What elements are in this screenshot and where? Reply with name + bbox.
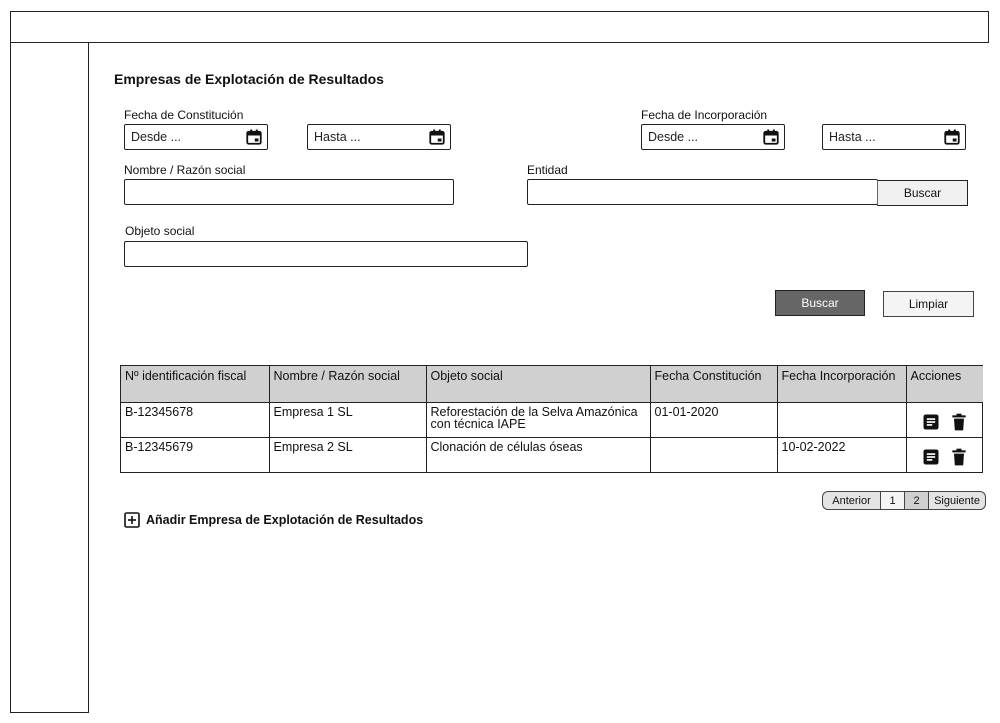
clear-button[interactable]: Limpiar — [883, 291, 974, 317]
fecha-incorporacion-cell: 10-02-2022 — [777, 437, 907, 472]
objeto-social-label: Objeto social — [125, 224, 195, 238]
trash-icon[interactable] — [949, 412, 969, 432]
add-company-label: Añadir Empresa de Explotación de Resulta… — [146, 513, 424, 527]
nif-cell: B-12345678 — [121, 402, 270, 438]
pagination: Anterior 1 2 Siguiente — [822, 491, 986, 510]
objeto-cell: Reforestación de la Selva Amazónica con … — [426, 402, 651, 438]
document-icon[interactable] — [921, 412, 941, 432]
calendar-icon[interactable] — [428, 128, 446, 146]
table-header-row: Nº identificación fiscal Nombre / Razón … — [121, 366, 983, 403]
search-button[interactable]: Buscar — [775, 290, 865, 316]
pagination-prev-button[interactable]: Anterior — [823, 492, 881, 509]
fecha-constitucion-hasta-field[interactable] — [307, 124, 451, 150]
column-header[interactable]: Nombre / Razón social — [269, 366, 427, 403]
top-bar — [10, 11, 989, 43]
nombre-cell: Empresa 2 SL — [269, 437, 427, 472]
table-row[interactable]: B-12345678 Empresa 1 SL Reforestación de… — [121, 402, 983, 438]
fecha-constitucion-label: Fecha de Constitución — [124, 108, 244, 122]
objeto-social-field[interactable] — [124, 241, 528, 267]
column-header[interactable]: Nº identificación fiscal — [121, 366, 270, 403]
nombre-field[interactable] — [124, 179, 454, 205]
sidebar — [10, 43, 89, 713]
entidad-label: Entidad — [527, 163, 568, 177]
fecha-constitucion-cell: 01-01-2020 — [650, 402, 778, 438]
actions-cell — [906, 437, 983, 472]
pagination-page-button-current[interactable]: 2 — [905, 492, 929, 509]
add-company-button[interactable]: Añadir Empresa de Explotación de Resulta… — [124, 512, 423, 528]
calendar-icon[interactable] — [943, 128, 961, 146]
nombre-input[interactable] — [125, 180, 453, 204]
page-title: Empresas de Explotación de Resultados — [114, 71, 384, 87]
fecha-incorporacion-hasta-field[interactable] — [822, 124, 966, 150]
trash-icon[interactable] — [949, 447, 969, 467]
objeto-social-input[interactable] — [125, 242, 527, 266]
document-icon[interactable] — [921, 447, 941, 467]
column-header: Acciones — [906, 366, 983, 403]
objeto-cell: Clonación de células óseas — [426, 437, 651, 472]
fecha-incorporacion-label: Fecha de Incorporación — [641, 108, 768, 122]
entidad-field[interactable] — [527, 179, 878, 205]
fecha-constitucion-cell — [650, 437, 778, 472]
column-header[interactable]: Fecha Incorporación — [777, 366, 907, 403]
pagination-page-button[interactable]: 1 — [881, 492, 905, 509]
calendar-icon[interactable] — [245, 128, 263, 146]
results-table: Nº identificación fiscal Nombre / Razón … — [120, 365, 983, 473]
fecha-incorporacion-desde-field[interactable] — [641, 124, 785, 150]
nombre-label: Nombre / Razón social — [124, 163, 246, 177]
actions-cell — [906, 402, 983, 438]
fecha-constitucion-desde-field[interactable] — [124, 124, 268, 150]
table-row[interactable]: B-12345679 Empresa 2 SL Clonación de cél… — [121, 437, 983, 472]
nombre-cell: Empresa 1 SL — [269, 402, 427, 438]
entidad-input[interactable] — [528, 180, 877, 204]
nif-cell: B-12345679 — [121, 437, 270, 472]
fecha-incorporacion-cell — [777, 402, 907, 438]
column-header[interactable]: Fecha Constitución — [650, 366, 778, 403]
pagination-next-button[interactable]: Siguiente — [929, 492, 985, 509]
plus-square-icon — [124, 512, 140, 528]
calendar-icon[interactable] — [762, 128, 780, 146]
entidad-search-button[interactable]: Buscar — [877, 180, 968, 206]
column-header[interactable]: Objeto social — [426, 366, 651, 403]
